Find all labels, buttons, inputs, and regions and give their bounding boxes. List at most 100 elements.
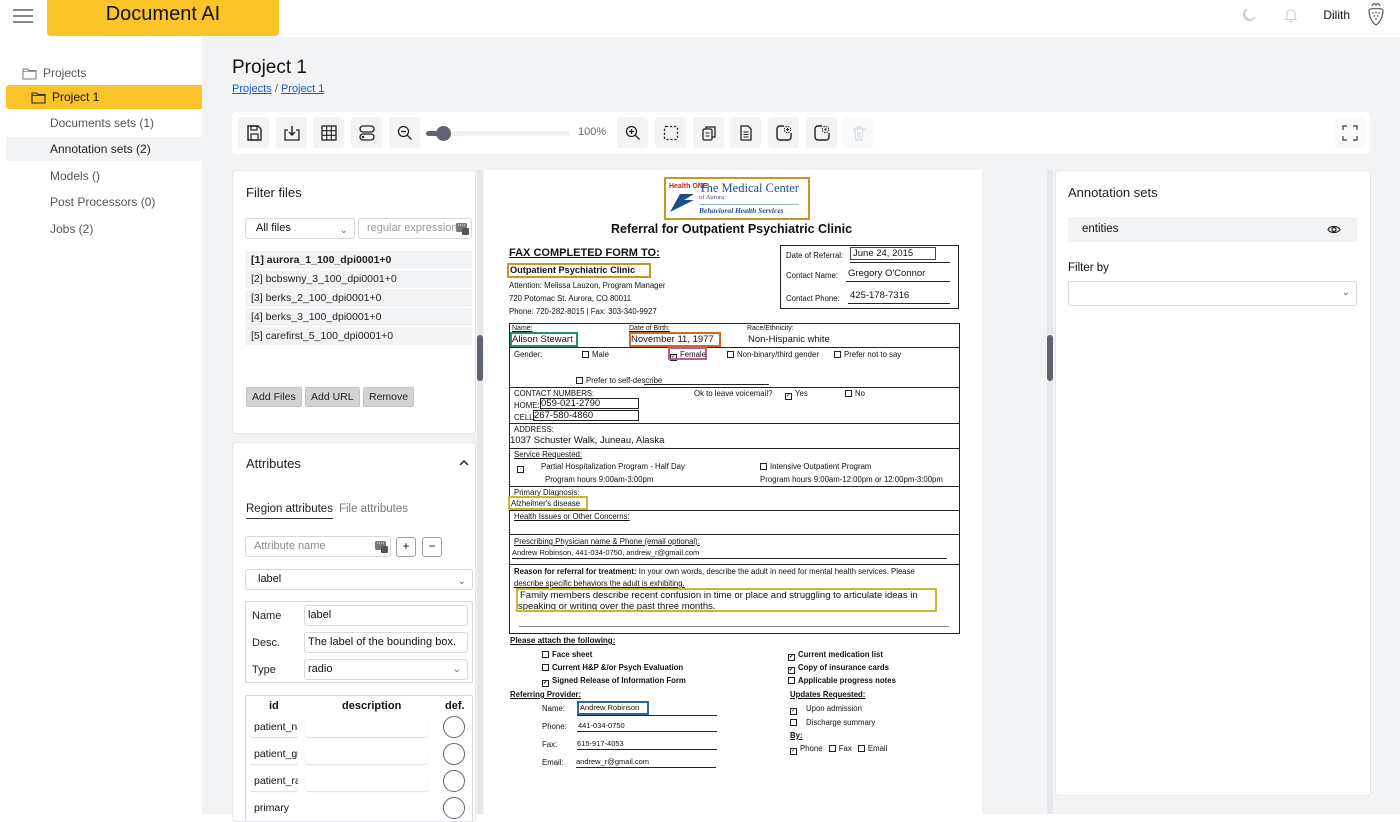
option-default-radio[interactable] bbox=[443, 770, 465, 792]
option-id-field[interactable]: primary bbox=[250, 798, 298, 818]
sidebar-item-documents-sets[interactable]: Documents sets (1) bbox=[6, 111, 202, 135]
left-scroll-thumb[interactable] bbox=[477, 335, 483, 381]
file-item[interactable]: [3] berks_2_100_dpi0001+0 bbox=[245, 289, 472, 307]
file-item[interactable]: [1] aurora_1_100_dpi0001+0 bbox=[245, 251, 472, 269]
menu-icon[interactable] bbox=[13, 5, 33, 25]
fullscreen-icon bbox=[1341, 124, 1358, 141]
options-header-description: description bbox=[342, 700, 402, 712]
document-viewer[interactable]: Health ONE The Medical Center of Aurora … bbox=[484, 170, 1049, 814]
update-admission: ✓ Upon admission bbox=[790, 704, 862, 715]
underline bbox=[576, 767, 716, 768]
document-scroll-thumb[interactable] bbox=[1047, 335, 1053, 381]
breadcrumb-separator: / bbox=[274, 83, 278, 95]
toggle-layout-button[interactable] bbox=[351, 117, 382, 148]
app-brand: Document AI bbox=[47, 0, 279, 36]
type-select[interactable]: radio ⌄ bbox=[304, 659, 468, 680]
underline bbox=[644, 384, 769, 385]
chevron-up-icon[interactable] bbox=[459, 459, 469, 467]
divider bbox=[509, 387, 960, 388]
option-default-radio[interactable] bbox=[443, 743, 465, 765]
breadcrumb: Projects / Project 1 bbox=[232, 83, 324, 95]
sidebar-item-post-processors[interactable]: Post Processors (0) bbox=[6, 190, 202, 214]
remove-button[interactable]: Remove bbox=[363, 387, 415, 407]
save-icon bbox=[246, 124, 262, 141]
select-region-button[interactable] bbox=[655, 117, 686, 148]
moon-icon[interactable] bbox=[1239, 5, 1259, 25]
fax-heading: FAX COMPLETED FORM TO: bbox=[509, 247, 660, 259]
sidebar-item-project-1[interactable]: Project 1 bbox=[6, 85, 202, 109]
zoom-level: 100% bbox=[578, 126, 607, 138]
delete-button[interactable] bbox=[843, 117, 874, 148]
file-item[interactable]: [4] berks_3_100_dpi0001+0 bbox=[245, 308, 472, 326]
remove-region-button[interactable] bbox=[806, 117, 837, 148]
sidebar-item-annotation-sets[interactable]: Annotation sets (2) bbox=[6, 137, 202, 161]
annotation-box-name[interactable] bbox=[510, 332, 578, 347]
option-description-field[interactable] bbox=[305, 744, 428, 764]
divider bbox=[509, 347, 960, 348]
sidebar-item-label: Jobs (2) bbox=[50, 222, 94, 236]
annotation-box-date[interactable] bbox=[850, 247, 936, 260]
option-id-field[interactable]: patient_gender bbox=[250, 744, 298, 764]
tab-file-attributes[interactable]: File attributes bbox=[339, 503, 408, 519]
file-item[interactable]: [2] bcbswny_3_100_dpi0001+0 bbox=[245, 270, 472, 288]
bell-icon[interactable] bbox=[1281, 5, 1301, 25]
save-button[interactable] bbox=[238, 117, 269, 148]
remove-attribute-button[interactable]: − bbox=[422, 537, 442, 557]
option-default-radio[interactable] bbox=[443, 716, 465, 738]
file-list: [1] aurora_1_100_dpi0001+0 [2] bcbswny_3… bbox=[245, 251, 472, 346]
annotation-box-clinic[interactable] bbox=[507, 263, 651, 278]
regex-input[interactable]: regular expression bbox=[358, 218, 472, 239]
file-filter-select[interactable]: All files ⌄ bbox=[245, 218, 355, 239]
annotation-box-gender[interactable] bbox=[668, 347, 707, 360]
annotation-box-logo[interactable] bbox=[664, 177, 810, 220]
divider bbox=[509, 510, 960, 511]
desc-field[interactable]: The label of the bounding box. bbox=[304, 632, 468, 653]
document-page[interactable]: Health ONE The Medical Center of Aurora … bbox=[484, 170, 982, 814]
sidebar-item-models[interactable]: Models () bbox=[6, 164, 202, 188]
underline bbox=[577, 749, 717, 750]
file-item[interactable]: [5] carefirst_5_100_dpi0001+0 bbox=[245, 327, 472, 345]
add-url-button[interactable]: Add URL bbox=[305, 387, 360, 407]
eye-icon[interactable] bbox=[1327, 224, 1341, 235]
document-button[interactable] bbox=[730, 117, 761, 148]
document-scrollbar[interactable] bbox=[1047, 170, 1053, 814]
attribute-name-input[interactable]: Attribute name bbox=[245, 536, 391, 557]
ref-email: andrew_r@gmail.com bbox=[576, 757, 650, 766]
annotation-box-dob[interactable] bbox=[629, 332, 721, 347]
regex-placeholder: regular expression bbox=[367, 222, 458, 234]
zoom-slider[interactable] bbox=[426, 126, 570, 141]
strawberry-avatar-icon[interactable] bbox=[1364, 2, 1388, 28]
breadcrumb-project-1[interactable]: Project 1 bbox=[281, 83, 324, 95]
fullscreen-button[interactable] bbox=[1334, 117, 1365, 148]
copy-button[interactable] bbox=[693, 117, 724, 148]
add-region-button[interactable] bbox=[768, 117, 799, 148]
zoom-in-button[interactable] bbox=[617, 117, 648, 148]
option-id-field[interactable]: patient_race bbox=[250, 771, 298, 791]
zoom-out-button[interactable] bbox=[389, 117, 420, 148]
option-description-field[interactable] bbox=[305, 771, 428, 791]
download-button[interactable] bbox=[276, 117, 307, 148]
filter-by-select[interactable]: ⌄ bbox=[1068, 281, 1357, 306]
attribute-select[interactable]: label ⌄ bbox=[245, 569, 473, 590]
option-description-field[interactable] bbox=[305, 717, 428, 737]
username[interactable]: Dilith bbox=[1323, 8, 1350, 22]
option-default-radio[interactable] bbox=[443, 797, 465, 819]
annotation-box-referrer[interactable] bbox=[577, 701, 649, 715]
referring-label: Referring Provider: bbox=[510, 690, 582, 699]
zoom-slider-thumb[interactable] bbox=[436, 126, 451, 141]
sidebar-item-jobs[interactable]: Jobs (2) bbox=[6, 217, 202, 241]
annotation-set-item[interactable]: entities bbox=[1068, 217, 1357, 242]
annotation-box-reason[interactable] bbox=[516, 588, 937, 612]
grid-button[interactable] bbox=[313, 117, 344, 148]
annotation-box-diagnosis[interactable] bbox=[508, 496, 588, 510]
attach-hp: Current H&P &/or Psych Evaluation bbox=[542, 663, 683, 672]
add-files-button[interactable]: Add Files bbox=[246, 387, 302, 407]
left-column-scrollbar[interactable] bbox=[477, 170, 483, 814]
add-attribute-button[interactable]: + bbox=[396, 537, 416, 557]
gender-label: Gender: bbox=[514, 350, 543, 359]
tab-region-attributes[interactable]: Region attributes bbox=[246, 503, 333, 519]
sidebar-item-projects[interactable]: Projects bbox=[6, 61, 202, 85]
breadcrumb-projects[interactable]: Projects bbox=[232, 83, 272, 95]
name-field[interactable]: label bbox=[304, 605, 468, 626]
option-id-field[interactable]: patient_name bbox=[250, 717, 298, 737]
